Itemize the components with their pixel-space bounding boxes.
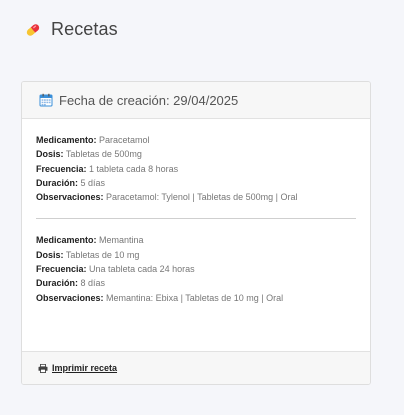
duration-label: Duración: [36, 177, 79, 188]
prescription-item: Medicamento: Paracetamol Dosis: Tabletas… [36, 133, 356, 204]
medication-label: Medicamento: [36, 235, 97, 246]
medication-label: Medicamento: [36, 135, 97, 145]
card-body: Medicamento: Paracetamol Dosis: Tabletas… [22, 119, 370, 305]
frequency-row: Frecuencia: 1 tableta cada 8 horas [36, 162, 356, 176]
frequency-value: 1 tableta cada 8 horas [89, 163, 179, 174]
print-label: Imprimir receta [52, 363, 118, 373]
duration-value: 5 días [80, 177, 106, 188]
notes-row: Observaciones: Memantina: Ebixa | Tablet… [36, 291, 356, 305]
card-footer: Imprimir receta [22, 351, 370, 384]
printer-icon [38, 363, 48, 373]
card-header: Fecha de creación: 29/04/2025 [22, 82, 370, 119]
medication-row: Medicamento: Memantina [36, 233, 356, 247]
duration-row: Duración: 8 días [36, 276, 356, 290]
duration-value: 8 días [80, 278, 106, 289]
prescription-divider [36, 218, 356, 220]
dose-value: Tabletas de 10 mg [65, 249, 140, 260]
notes-value: Paracetamol: Tylenol | Tabletas de 500mg… [106, 192, 298, 203]
frequency-label: Frecuencia: [36, 163, 87, 174]
frequency-label: Frecuencia: [36, 264, 87, 275]
medication-value: Paracetamol [99, 135, 150, 145]
prescription-item: Medicamento: Memantina Dosis: Tabletas d… [36, 233, 356, 304]
notes-label: Observaciones: [36, 192, 104, 203]
dose-label: Dosis: [36, 149, 64, 160]
pill-icon [24, 21, 42, 39]
dose-row: Dosis: Tabletas de 10 mg [36, 248, 356, 262]
duration-row: Duración: 5 días [36, 176, 356, 190]
print-prescription-link[interactable]: Imprimir receta [38, 363, 117, 373]
frequency-row: Frecuencia: Una tableta cada 24 horas [36, 262, 356, 276]
duration-label: Duración: [36, 278, 79, 289]
creation-date: Fecha de creación: 29/04/2025 [59, 92, 239, 108]
notes-label: Observaciones: [36, 292, 104, 303]
dose-row: Dosis: Tabletas de 500mg [36, 147, 356, 161]
notes-row: Observaciones: Paracetamol: Tylenol | Ta… [36, 190, 356, 204]
dose-label: Dosis: [36, 249, 64, 260]
medication-value: Memantina [99, 235, 144, 246]
dose-value: Tabletas de 500mg [65, 149, 142, 160]
frequency-value: Una tableta cada 24 horas [89, 264, 195, 275]
page-title: Recetas [51, 19, 118, 39]
medication-row: Medicamento: Paracetamol [36, 133, 356, 147]
prescription-card: Fecha de creación: 29/04/2025 Medicament… [21, 81, 371, 385]
page-header: Recetas [24, 19, 118, 40]
notes-value: Memantina: Ebixa | Tabletas de 10 mg | O… [106, 292, 284, 303]
calendar-icon [39, 93, 53, 107]
